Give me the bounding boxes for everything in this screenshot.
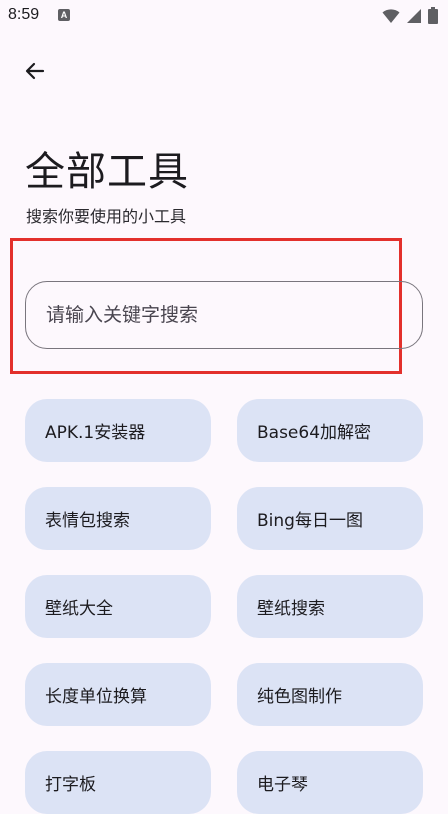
arrow-left-icon: [25, 62, 45, 80]
tool-wallpaper-search[interactable]: 壁纸搜索: [237, 575, 423, 638]
status-bar: 8:59 A: [0, 0, 448, 32]
battery-icon: [428, 7, 438, 24]
signal-icon: [407, 8, 421, 23]
tool-apk-installer[interactable]: APK.1安装器: [25, 399, 211, 462]
tool-base64[interactable]: Base64加解密: [237, 399, 423, 462]
page-title: 全部工具: [25, 149, 189, 195]
tool-electronic-piano[interactable]: 电子琴: [237, 751, 423, 814]
wifi-icon: [382, 8, 400, 23]
search-input[interactable]: [25, 281, 423, 349]
tool-wallpaper-collection[interactable]: 壁纸大全: [25, 575, 211, 638]
page-subtitle: 搜索你要使用的小工具: [26, 207, 187, 226]
status-icons: [382, 7, 438, 24]
a-letter-icon: A: [58, 9, 70, 21]
tool-sticker-search[interactable]: 表情包搜索: [25, 487, 211, 550]
tool-grid: APK.1安装器 Base64加解密 表情包搜索 Bing每日一图 壁纸大全 壁…: [25, 399, 423, 814]
tool-typing-board[interactable]: 打字板: [25, 751, 211, 814]
tool-solid-color-image[interactable]: 纯色图制作: [237, 663, 423, 726]
back-button[interactable]: [18, 54, 52, 88]
status-time: 8:59: [8, 6, 40, 23]
tool-bing-daily-image[interactable]: Bing每日一图: [237, 487, 423, 550]
tool-length-converter[interactable]: 长度单位换算: [25, 663, 211, 726]
